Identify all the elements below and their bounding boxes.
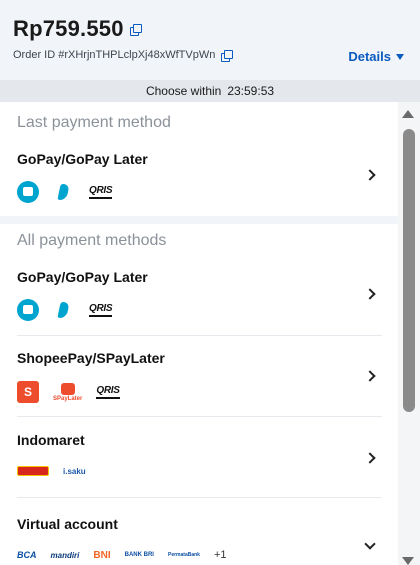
caret-down-icon [396, 53, 404, 60]
payment-option-title: ShopeePay/SPayLater [17, 350, 165, 366]
payment-option-shopeepay[interactable]: ShopeePay/SPayLater S SPayLater QRIS [17, 350, 382, 410]
spaylater-label: SPayLater [53, 395, 83, 402]
payment-logos: QRIS [17, 181, 126, 203]
gopaylater-icon [53, 299, 75, 321]
gopaylater-icon [53, 181, 75, 203]
payment-option-gopay[interactable]: GoPay/GoPay Later QRIS [17, 269, 382, 327]
details-toggle[interactable]: Details [348, 49, 404, 64]
countdown-bar: Choose within 23:59:53 [0, 80, 420, 102]
payment-option-virtual-account[interactable]: Virtual account BCA mandiri BNI BANK BRI… [17, 516, 382, 565]
gopay-icon [17, 181, 39, 203]
permata-logo: PermataBank [167, 552, 200, 558]
section-title-last: Last payment method [17, 114, 171, 131]
countdown-label: Choose within [145, 84, 222, 98]
payment-logos: BCA mandiri BNI BANK BRI PermataBank +1 [17, 549, 241, 561]
payment-header: Rp759.550 Order ID #rXHrjnTHPLclpXj48xWf… [0, 0, 420, 80]
order-id-row: Order ID #rXHrjnTHPLclpXj48xWfTVpWn [13, 49, 234, 62]
chevron-right-icon [364, 169, 376, 181]
total-amount: Rp759.550 [13, 16, 124, 41]
spaylater-bag-icon [60, 382, 75, 395]
row-divider [17, 497, 382, 498]
scrollbar-thumb[interactable] [403, 129, 415, 412]
qris-logo: QRIS [96, 385, 120, 399]
scroll-up-arrow-icon[interactable] [402, 110, 414, 118]
mandiri-logo: mandiri [50, 550, 80, 560]
bni-logo: BNI [93, 549, 111, 561]
bca-logo: BCA [17, 550, 37, 560]
chevron-right-icon [364, 288, 376, 300]
row-divider [17, 335, 382, 336]
payment-method-list[interactable]: Last payment method GoPay/GoPay Later QR… [0, 102, 398, 565]
payment-option-gopay-last[interactable]: GoPay/GoPay Later QRIS [17, 151, 382, 209]
payment-option-title: Indomaret [17, 432, 85, 448]
copy-order-id-icon[interactable] [221, 49, 234, 62]
payment-option-indomaret[interactable]: Indomaret i.saku [17, 432, 382, 487]
payment-logos: S SPayLater QRIS [17, 381, 134, 403]
copy-amount-icon[interactable] [129, 23, 142, 36]
chevron-right-icon [364, 452, 376, 464]
payment-option-title: GoPay/GoPay Later [17, 269, 148, 285]
indomaret-icon [17, 466, 49, 476]
more-banks-count: +1 [213, 549, 227, 561]
bri-logo: BANK BRI [124, 552, 154, 558]
scrollbar[interactable] [398, 102, 420, 565]
payment-option-title: Virtual account [17, 516, 118, 532]
payment-option-title: GoPay/GoPay Later [17, 151, 148, 167]
payment-logos: QRIS [17, 299, 126, 321]
order-id: Order ID #rXHrjnTHPLclpXj48xWfTVpWn [13, 49, 216, 61]
section-divider [0, 216, 398, 224]
scroll-down-arrow-icon[interactable] [402, 557, 414, 565]
payment-logos: i.saku [17, 466, 100, 476]
gopay-icon [17, 299, 39, 321]
spaylater-icon: SPayLater [53, 382, 83, 402]
amount-row: Rp759.550 [13, 16, 142, 42]
chevron-right-icon [364, 370, 376, 382]
row-divider [17, 416, 382, 417]
shopeepay-icon: S [17, 381, 39, 403]
qris-logo: QRIS [89, 185, 113, 199]
isaku-logo: i.saku [63, 466, 86, 476]
details-label: Details [348, 49, 391, 64]
qris-logo: QRIS [89, 303, 113, 317]
section-title-all: All payment methods [17, 232, 167, 249]
countdown-value: 23:59:53 [227, 84, 275, 98]
chevron-down-icon[interactable] [364, 538, 376, 550]
